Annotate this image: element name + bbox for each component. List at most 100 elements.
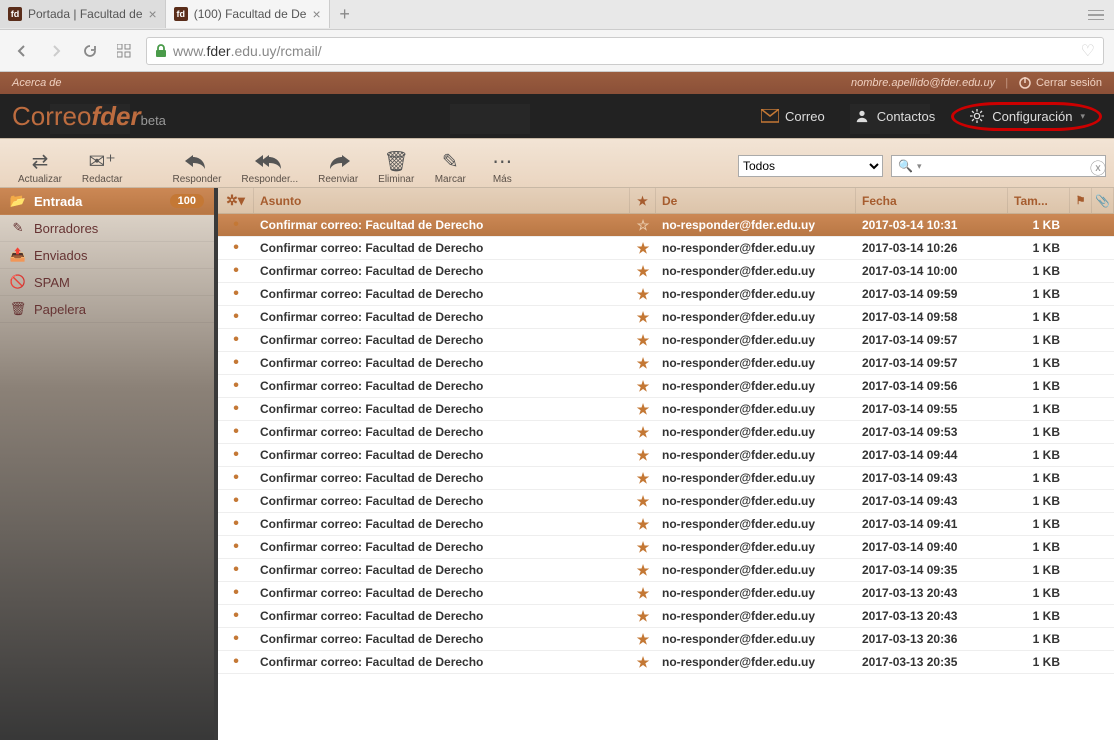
- message-row[interactable]: •Confirmar correo: Facultad de Derecho★n…: [218, 467, 1114, 490]
- unread-dot: •: [218, 446, 254, 464]
- message-row[interactable]: •Confirmar correo: Facultad de Derecho★n…: [218, 651, 1114, 674]
- message-row[interactable]: •Confirmar correo: Facultad de Derecho★n…: [218, 605, 1114, 628]
- message-date: 2017-03-14 10:31: [856, 218, 1008, 232]
- more-button[interactable]: ⋯Más: [476, 146, 528, 187]
- about-link[interactable]: Acerca de: [12, 77, 62, 89]
- tab-close-icon[interactable]: ×: [149, 6, 157, 22]
- folder-trash[interactable]: 🗑Papelera: [0, 296, 214, 323]
- message-row[interactable]: •Confirmar correo: Facultad de Derecho★n…: [218, 444, 1114, 467]
- forward-button[interactable]: Reenviar: [308, 146, 368, 187]
- unread-dot: •: [218, 354, 254, 372]
- forward-button[interactable]: [44, 39, 68, 63]
- star-icon[interactable]: ★: [630, 562, 656, 579]
- message-row[interactable]: •Confirmar correo: Facultad de Derecho★n…: [218, 375, 1114, 398]
- folder-label: Enviados: [34, 248, 87, 263]
- reply-all-button[interactable]: Responder...: [231, 146, 308, 187]
- folder-sent[interactable]: 📤Enviados: [0, 242, 214, 269]
- column-subject[interactable]: Asunto: [254, 188, 630, 213]
- unread-dot: •: [218, 492, 254, 510]
- star-icon[interactable]: ★: [630, 539, 656, 556]
- star-icon[interactable]: ★: [630, 585, 656, 602]
- message-size: 1 KB: [1008, 586, 1070, 600]
- mark-button[interactable]: ✎Marcar: [424, 146, 476, 187]
- folder-inbox[interactable]: 📂Entrada100: [0, 188, 214, 215]
- star-icon[interactable]: ★: [630, 332, 656, 349]
- message-row[interactable]: •Confirmar correo: Facultad de Derecho★n…: [218, 513, 1114, 536]
- star-icon[interactable]: ★: [630, 378, 656, 395]
- star-icon[interactable]: ★: [630, 240, 656, 257]
- back-button[interactable]: [10, 39, 34, 63]
- reply-button[interactable]: Responder: [162, 146, 231, 187]
- column-from[interactable]: De: [656, 188, 856, 213]
- nav-contacts[interactable]: Contactos: [841, 102, 948, 131]
- star-icon[interactable]: ☆: [630, 217, 656, 234]
- folder-draft[interactable]: ✎Borradores: [0, 215, 214, 242]
- star-icon[interactable]: ★: [630, 424, 656, 441]
- nav-mail[interactable]: Correo: [749, 102, 837, 131]
- column-star[interactable]: ★: [630, 188, 656, 213]
- app-header: Correofderbeta Correo Contactos Configur…: [0, 94, 1114, 138]
- column-date[interactable]: Fecha: [856, 188, 1008, 213]
- message-row[interactable]: •Confirmar correo: Facultad de Derecho★n…: [218, 559, 1114, 582]
- column-attachment[interactable]: 📎: [1092, 188, 1114, 213]
- message-row[interactable]: •Confirmar correo: Facultad de Derecho★n…: [218, 352, 1114, 375]
- message-date: 2017-03-14 09:44: [856, 448, 1008, 462]
- message-subject: Confirmar correo: Facultad de Derecho: [254, 609, 630, 623]
- star-icon[interactable]: ★: [630, 654, 656, 671]
- search-input[interactable]: 🔍▾: [891, 155, 1106, 177]
- message-size: 1 KB: [1008, 540, 1070, 554]
- browser-tab[interactable]: fd(100) Facultad de De×: [166, 0, 330, 28]
- unread-dot: •: [218, 262, 254, 280]
- star-icon[interactable]: ★: [630, 470, 656, 487]
- star-icon[interactable]: ★: [630, 309, 656, 326]
- reply-icon: [181, 148, 213, 174]
- apps-button[interactable]: [112, 39, 136, 63]
- compose-icon: ✉⁺: [86, 148, 118, 174]
- compose-button[interactable]: ✉⁺Redactar: [72, 146, 133, 187]
- message-row[interactable]: •Confirmar correo: Facultad de Derecho★n…: [218, 421, 1114, 444]
- browser-tab[interactable]: fdPortada | Facultad de×: [0, 0, 166, 28]
- star-icon[interactable]: ★: [630, 493, 656, 510]
- star-icon[interactable]: ★: [630, 608, 656, 625]
- message-row[interactable]: •Confirmar correo: Facultad de Derecho★n…: [218, 237, 1114, 260]
- folder-sidebar: 📂Entrada100✎Borradores📤Enviados🚫SPAM🗑Pap…: [0, 188, 214, 740]
- message-row[interactable]: •Confirmar correo: Facultad de Derecho★n…: [218, 283, 1114, 306]
- message-date: 2017-03-14 09:35: [856, 563, 1008, 577]
- column-size[interactable]: Tam...: [1008, 188, 1070, 213]
- message-row[interactable]: •Confirmar correo: Facultad de Derecho★n…: [218, 582, 1114, 605]
- message-row[interactable]: •Confirmar correo: Facultad de Derecho☆n…: [218, 214, 1114, 237]
- message-list[interactable]: • Confirmar correo: Facultad de Derecho ☆ n…: [218, 214, 1114, 740]
- star-icon[interactable]: ★: [630, 631, 656, 648]
- tab-close-icon[interactable]: ×: [312, 6, 320, 22]
- star-icon[interactable]: ★: [630, 447, 656, 464]
- delete-button[interactable]: 🗑Eliminar: [368, 146, 424, 187]
- message-row[interactable]: •Confirmar correo: Facultad de Derecho★n…: [218, 490, 1114, 513]
- message-row[interactable]: •Confirmar correo: Facultad de Derecho★n…: [218, 329, 1114, 352]
- message-row[interactable]: •Confirmar correo: Facultad de Derecho★n…: [218, 536, 1114, 559]
- message-size: 1 KB: [1008, 517, 1070, 531]
- star-icon[interactable]: ★: [630, 263, 656, 280]
- browser-menu-icon[interactable]: [1078, 10, 1114, 20]
- close-search-icon[interactable]: ⓧ: [1090, 155, 1106, 179]
- message-row[interactable]: •Confirmar correo: Facultad de Derecho★n…: [218, 260, 1114, 283]
- filter-select[interactable]: Todos: [738, 155, 883, 177]
- favorite-icon[interactable]: ♡: [1081, 41, 1095, 61]
- star-icon[interactable]: ★: [630, 401, 656, 418]
- refresh-button[interactable]: ⇄Actualizar: [8, 146, 72, 187]
- column-headers: ✲▾ Asunto ★ De Fecha Tam... ⚑ 📎: [218, 188, 1114, 214]
- message-from: no-responder@fder.edu.uy: [656, 356, 856, 370]
- star-icon[interactable]: ★: [630, 516, 656, 533]
- message-row[interactable]: •Confirmar correo: Facultad de Derecho★n…: [218, 398, 1114, 421]
- reload-button[interactable]: [78, 39, 102, 63]
- message-row[interactable]: •Confirmar correo: Facultad de Derecho★n…: [218, 306, 1114, 329]
- column-flag[interactable]: ⚑: [1070, 188, 1092, 213]
- folder-spam[interactable]: 🚫SPAM: [0, 269, 214, 296]
- logout-button[interactable]: Cerrar sesión: [1018, 76, 1102, 90]
- star-icon[interactable]: ★: [630, 286, 656, 303]
- nav-settings[interactable]: Configuración ▾: [951, 102, 1102, 131]
- new-tab-button[interactable]: +: [330, 4, 360, 25]
- column-options-icon[interactable]: ✲▾: [218, 188, 254, 213]
- star-icon[interactable]: ★: [630, 355, 656, 372]
- message-row[interactable]: •Confirmar correo: Facultad de Derecho★n…: [218, 628, 1114, 651]
- url-field[interactable]: www.fder.edu.uy/rcmail/ ♡: [146, 37, 1104, 65]
